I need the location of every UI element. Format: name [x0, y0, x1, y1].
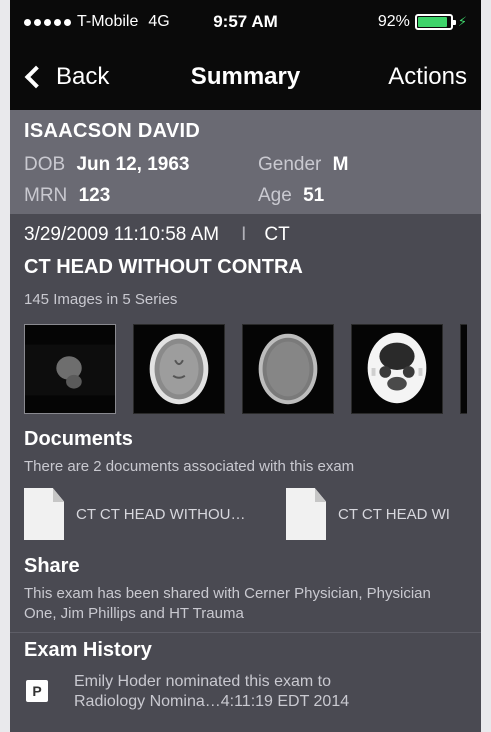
documents-subtitle: There are 2 documents associated with th… [24, 458, 355, 475]
exam-datetime: 3/29/2009 11:10:58 AM [24, 224, 220, 245]
exam-summary: 3/29/2009 11:10:58 AM I CT CT HEAD WITHO… [10, 214, 481, 712]
dob-label: DOB [24, 154, 66, 175]
document-label: CT CT HEAD WITHOU… [76, 505, 246, 523]
document-icon [24, 488, 64, 540]
series-thumbnail[interactable] [242, 324, 334, 414]
exam-modality: CT [264, 224, 290, 245]
battery-icon [414, 14, 456, 30]
mrn-value: 123 [78, 185, 111, 206]
network-type: 4G [148, 13, 170, 30]
battery-fill [417, 17, 448, 27]
patient-header: ISAACSON DAVID DOB Jun 12, 1963 Gender M… [10, 110, 481, 214]
documents-title: Documents [24, 428, 133, 450]
history-line: Emily Hoder nominated this exam to [74, 673, 331, 690]
history-line: Radiology Nomina…4:11:19 EDT 2014 [74, 693, 350, 710]
exam-image-count: 145 Images in 5 Series [24, 291, 178, 308]
series-thumbnails[interactable] [24, 324, 467, 414]
series-thumbnail[interactable] [24, 324, 116, 414]
battery-status: 92% ⚡ [378, 13, 467, 31]
gender-value: M [332, 154, 349, 175]
series-thumbnail[interactable] [460, 324, 467, 414]
scout-image-icon [25, 344, 115, 396]
history-text: Emily Hoder nominated this exam to Radio… [74, 672, 349, 712]
series-thumbnail[interactable] [351, 324, 443, 414]
back-button-label: Back [56, 63, 110, 90]
documents-list: CT CT HEAD WITHOU… CT CT HEAD WI [24, 487, 467, 541]
exam-description: CT HEAD WITHOUT CONTRA [24, 256, 303, 278]
brain-ct-icon [149, 333, 209, 405]
charging-bolt-icon: ⚡ [457, 14, 467, 29]
back-button[interactable]: Back [24, 63, 109, 91]
brain-ct-icon [258, 333, 318, 405]
carrier-name: T-Mobile [77, 13, 139, 30]
document-icon [286, 488, 326, 540]
exam-separator: I [241, 224, 247, 245]
age-value: 51 [303, 185, 325, 206]
chevron-left-icon [24, 65, 48, 89]
exam-history-title: Exam History [24, 639, 152, 661]
divider [10, 632, 481, 633]
status-bar: T-Mobile 4G 9:57 AM 92% ⚡ [10, 0, 481, 44]
document-item[interactable]: CT CT HEAD WITHOU… [24, 487, 286, 541]
exam-datetime-line: 3/29/2009 11:10:58 AM I CT [24, 224, 467, 246]
status-time: 9:57 AM [213, 12, 278, 31]
page-title: Summary [190, 63, 301, 90]
skull-base-ct-icon [367, 332, 427, 404]
age-label: Age [258, 185, 292, 206]
app-screen: T-Mobile 4G 9:57 AM 92% ⚡ Back Summary A… [0, 0, 491, 732]
history-item[interactable]: P Emily Hoder nominated this exam to Rad… [24, 672, 467, 712]
document-item[interactable]: CT CT HEAD WI [286, 487, 481, 541]
ct-slice-icon [461, 324, 467, 414]
dob-value: Jun 12, 1963 [76, 154, 190, 175]
navigation-bar: Back Summary Actions [10, 44, 481, 110]
p-badge-icon: P [26, 680, 48, 702]
patient-name: ISAACSON DAVID [24, 120, 201, 142]
gender-label: Gender [258, 154, 322, 175]
share-title: Share [24, 555, 80, 577]
series-thumbnail[interactable] [133, 324, 225, 414]
share-text[interactable]: This exam has been shared with Cerner Ph… [24, 584, 467, 624]
battery-percent: 92% [377, 13, 410, 30]
patient-row-dob-gender: DOB Jun 12, 1963 Gender M [24, 149, 467, 180]
mrn-label: MRN [24, 185, 68, 206]
document-label: CT CT HEAD WI [338, 505, 450, 523]
patient-row-mrn-age: MRN 123 Age 51 [24, 180, 467, 211]
signal-strength-icon [24, 18, 71, 26]
actions-button[interactable]: Actions [388, 63, 467, 91]
